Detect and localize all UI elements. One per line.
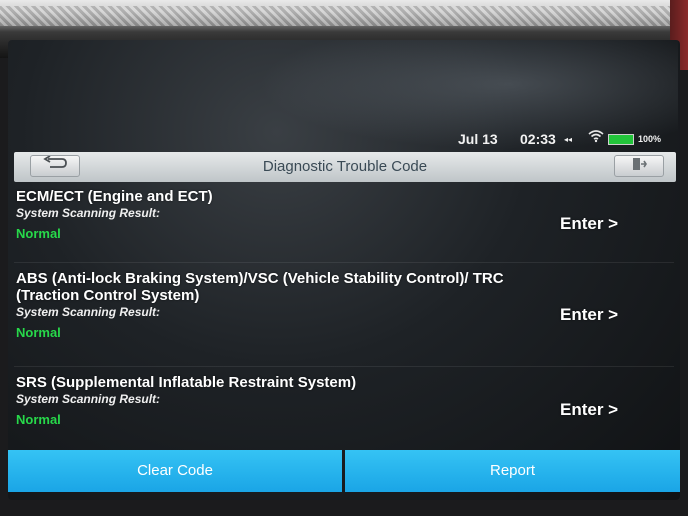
exit-button[interactable] xyxy=(614,155,664,177)
battery-icon xyxy=(608,134,634,145)
system-row: SRS (Supplemental Inflatable Restraint S… xyxy=(16,374,616,427)
status-time: 02:33 xyxy=(520,131,556,147)
status-date: Jul 13 xyxy=(458,131,498,147)
mute-icon: ◂◂ xyxy=(564,135,573,144)
wifi-icon xyxy=(588,129,604,146)
scan-result-value: Normal xyxy=(16,412,61,427)
scan-result-value: Normal xyxy=(16,325,61,340)
device-screen: Jul 13 02:33 ◂◂ 100% Diagnostic Trouble … xyxy=(8,40,680,500)
system-name: ECM/ECT (Engine and ECT) xyxy=(16,188,213,205)
report-button[interactable]: Report xyxy=(345,450,680,492)
scan-result-label: System Scanning Result: xyxy=(16,392,161,406)
exit-door-icon xyxy=(631,158,647,176)
page-title: Diagnostic Trouble Code xyxy=(262,158,428,175)
status-bar: Jul 13 02:33 ◂◂ 100% xyxy=(8,128,680,150)
row-divider xyxy=(14,262,674,263)
system-name: ABS (Anti-lock Braking System)/VSC (Vehi… xyxy=(16,270,504,304)
row-divider xyxy=(14,366,674,367)
scan-result-label: System Scanning Result: xyxy=(16,305,161,319)
action-bar: Clear Code Report xyxy=(8,450,680,492)
scan-result-label: System Scanning Result: xyxy=(16,206,161,220)
bezel-texture xyxy=(0,6,688,26)
system-name: SRS (Supplemental Inflatable Restraint S… xyxy=(16,374,357,391)
enter-button[interactable]: Enter > xyxy=(560,400,618,420)
system-row: ECM/ECT (Engine and ECT) System Scanning… xyxy=(16,188,616,241)
enter-button[interactable]: Enter > xyxy=(560,305,618,325)
enter-button[interactable]: Enter > xyxy=(560,214,618,234)
title-bar: Diagnostic Trouble Code xyxy=(14,152,676,182)
scan-result-value: Normal xyxy=(16,226,61,241)
system-row: ABS (Anti-lock Braking System)/VSC (Vehi… xyxy=(16,270,616,340)
clear-code-button[interactable]: Clear Code xyxy=(8,450,342,492)
battery-percent: 100% xyxy=(638,134,662,144)
